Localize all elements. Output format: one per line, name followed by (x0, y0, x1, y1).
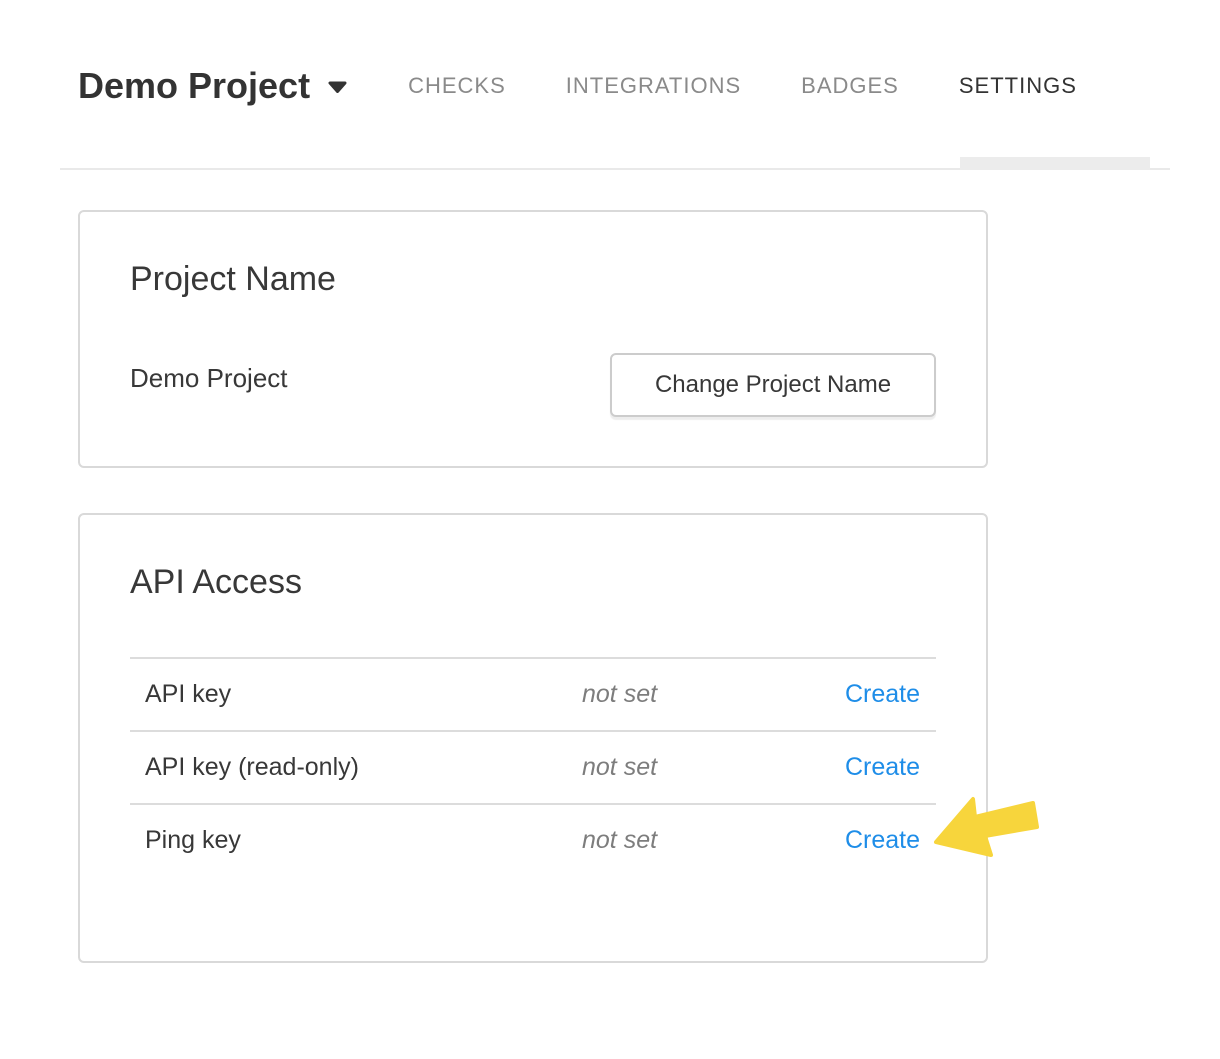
api-access-card: API Access API key not set Create API ke… (78, 513, 988, 963)
table-row-api-key: API key not set Create (130, 657, 936, 730)
tab-integrations[interactable]: INTEGRATIONS (536, 75, 771, 97)
change-project-name-button[interactable]: Change Project Name (610, 353, 936, 417)
tab-checks[interactable]: CHECKS (378, 75, 536, 97)
api-access-card-title: API Access (130, 560, 936, 604)
active-tab-indicator (960, 157, 1150, 170)
project-title: Demo Project (78, 68, 310, 104)
chevron-down-icon (327, 80, 348, 98)
api-key-label: API key (130, 680, 582, 709)
create-api-key-readonly-link[interactable]: Create (845, 753, 920, 781)
tab-settings[interactable]: SETTINGS (929, 75, 1107, 97)
project-name-row: Demo Project Change Project Name (130, 353, 936, 417)
project-name-card: Project Name Demo Project Change Project… (78, 210, 988, 468)
table-row-ping-key: Ping key not set Create (130, 803, 936, 876)
top-nav: Demo Project CHECKS INTEGRATIONS BADGES … (78, 60, 1107, 112)
api-key-readonly-label: API key (read-only) (130, 753, 582, 782)
annotation-arrow-icon (918, 788, 1043, 868)
project-name-card-title: Project Name (130, 257, 936, 301)
tab-badges[interactable]: BADGES (771, 75, 929, 97)
ping-key-label: Ping key (130, 826, 582, 855)
api-key-readonly-value: not set (582, 753, 840, 782)
create-api-key-link[interactable]: Create (845, 680, 920, 708)
settings-page: Demo Project CHECKS INTEGRATIONS BADGES … (0, 0, 1220, 1059)
table-row-api-key-readonly: API key (read-only) not set Create (130, 730, 936, 803)
project-switcher-dropdown[interactable]: Demo Project (78, 68, 348, 104)
create-ping-key-link[interactable]: Create (845, 826, 920, 854)
api-access-table: API key not set Create API key (read-onl… (130, 657, 936, 876)
ping-key-value: not set (582, 826, 840, 855)
project-name-value: Demo Project (130, 363, 288, 394)
api-key-value: not set (582, 680, 840, 709)
